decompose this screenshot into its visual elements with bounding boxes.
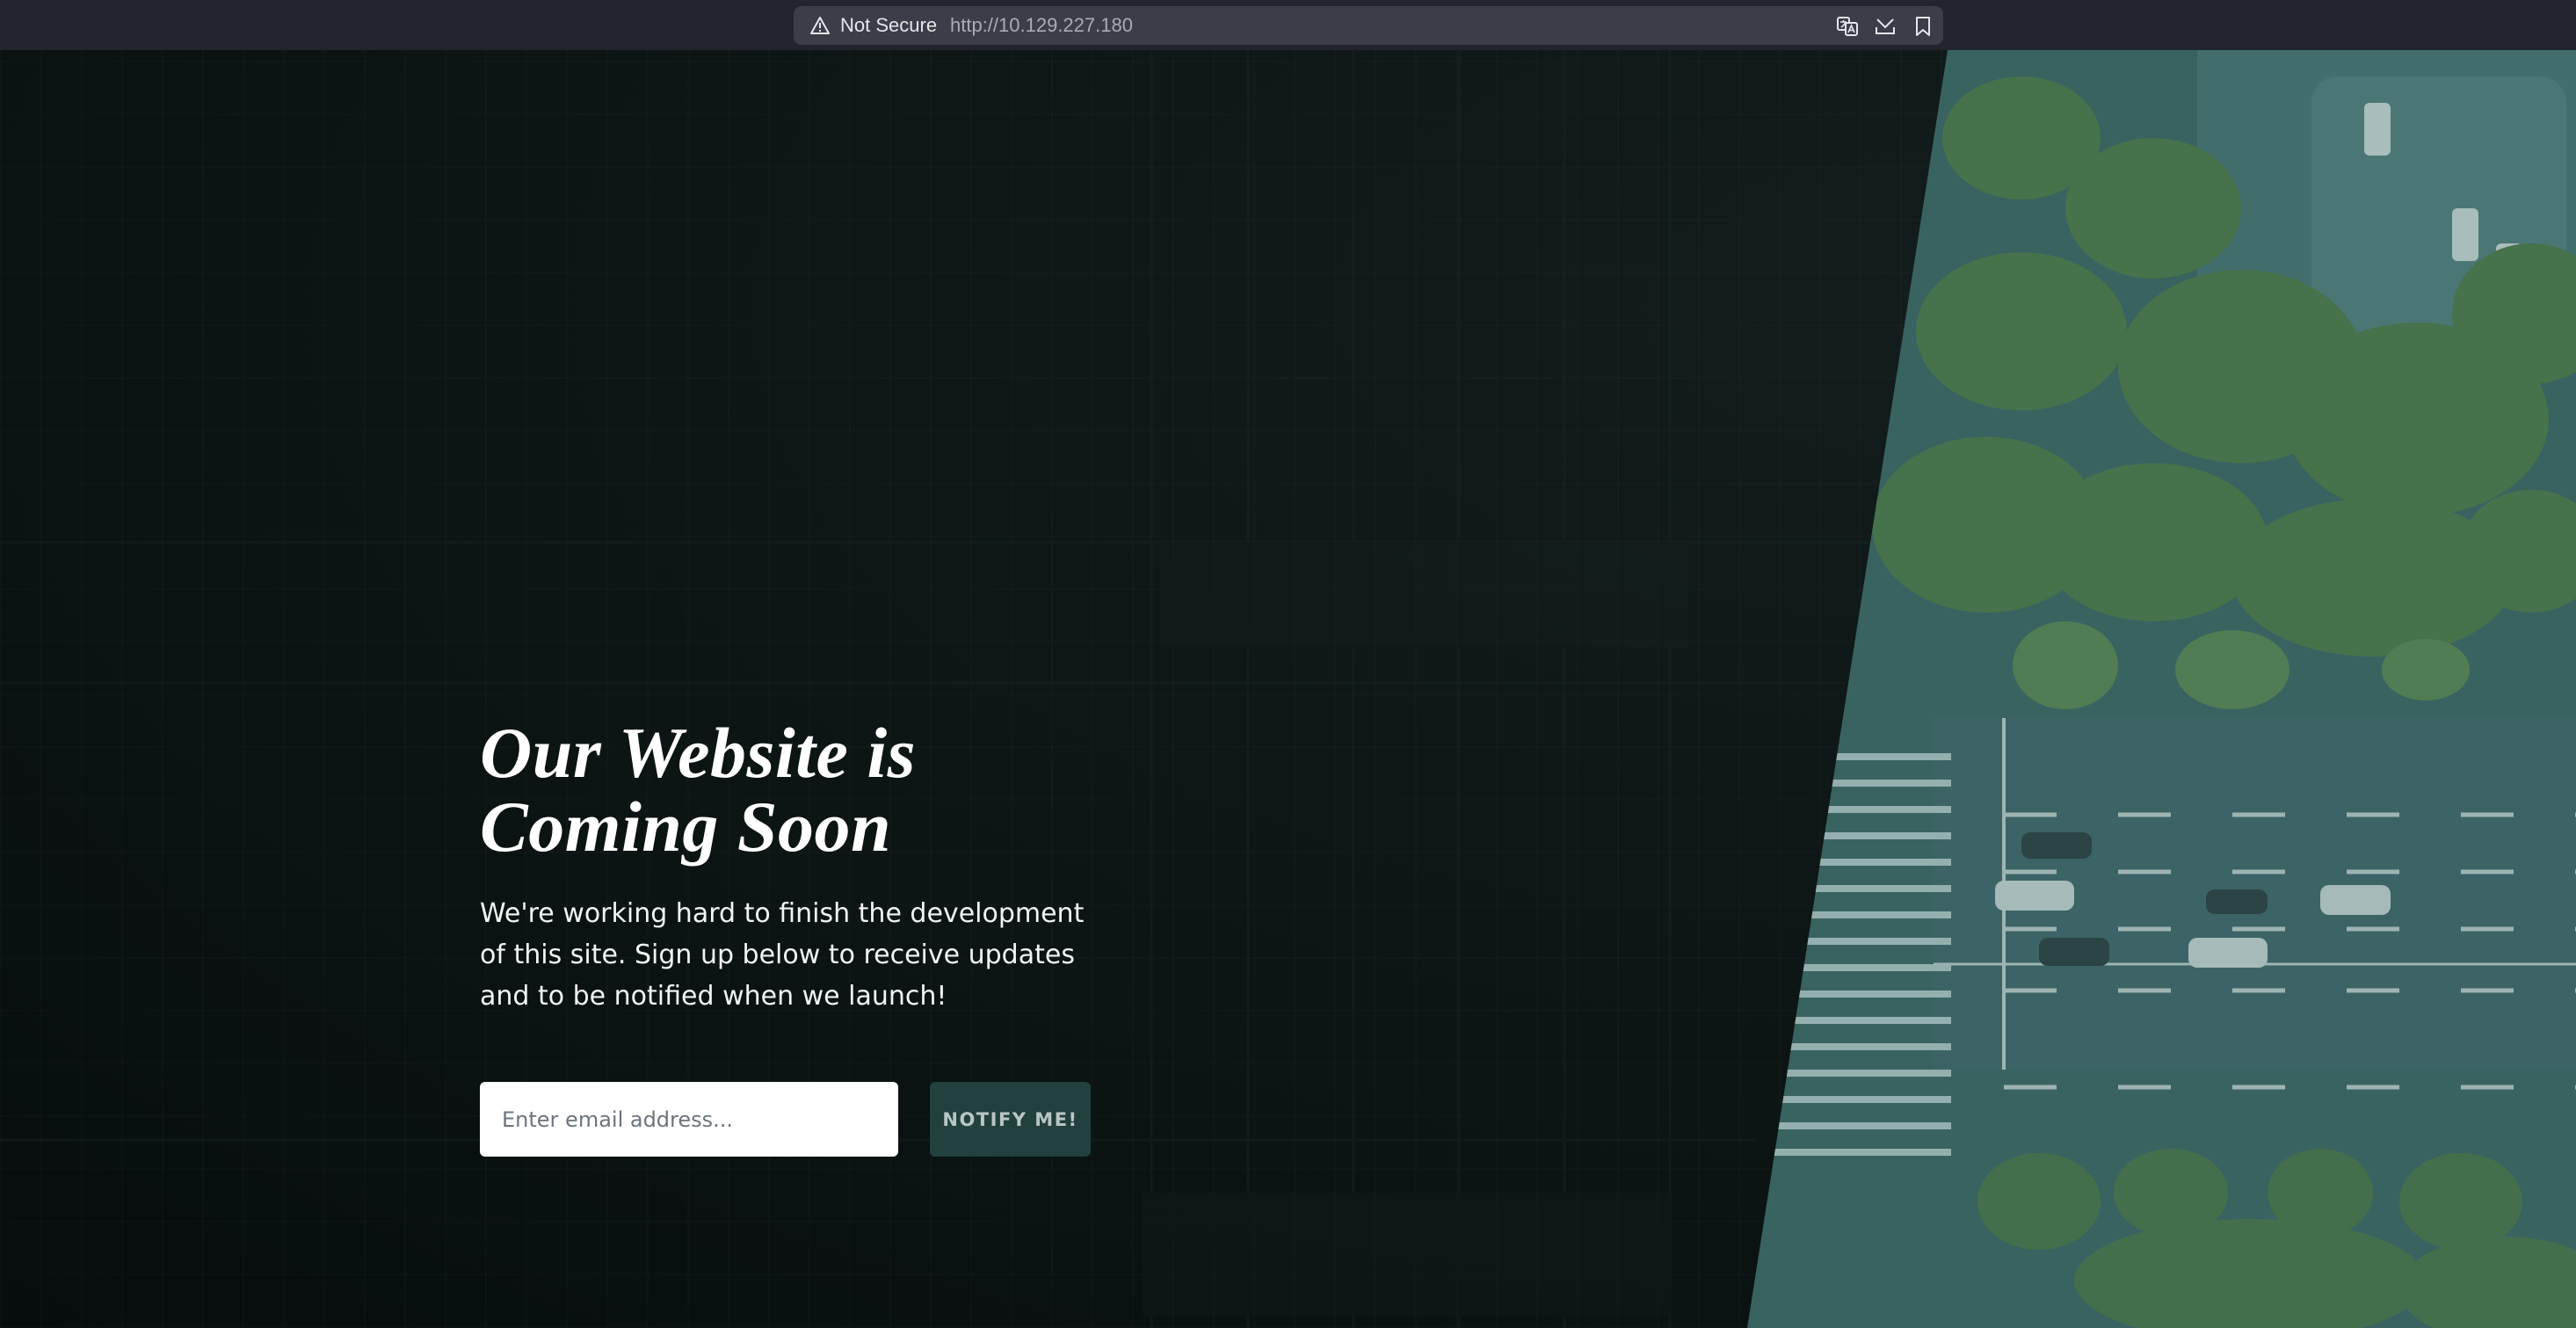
title-line-2: Coming Soon [480, 787, 892, 867]
warning-icon[interactable] [809, 16, 831, 35]
bookmark-icon[interactable] [1912, 15, 1934, 38]
landing-page: Our Website is Coming Soon We're working… [0, 50, 2576, 1328]
url-text[interactable]: http://10.129.227.180 [950, 14, 1133, 37]
downloads-icon[interactable] [1874, 15, 1897, 38]
hero-description: We're working hard to finish the develop… [480, 898, 1085, 1012]
browser-toolbar: Not Secure http://10.129.227.180 [0, 0, 2576, 51]
security-status[interactable]: Not Secure [840, 14, 937, 37]
address-bar[interactable]: Not Secure http://10.129.227.180 [794, 6, 1943, 45]
email-input[interactable] [480, 1082, 898, 1157]
notify-me-button[interactable]: NOTIFY ME! [930, 1082, 1091, 1157]
title-line-1: Our Website is [480, 713, 917, 793]
translate-icon[interactable] [1836, 15, 1859, 38]
page-title: Our Website is Coming Soon [480, 716, 916, 864]
